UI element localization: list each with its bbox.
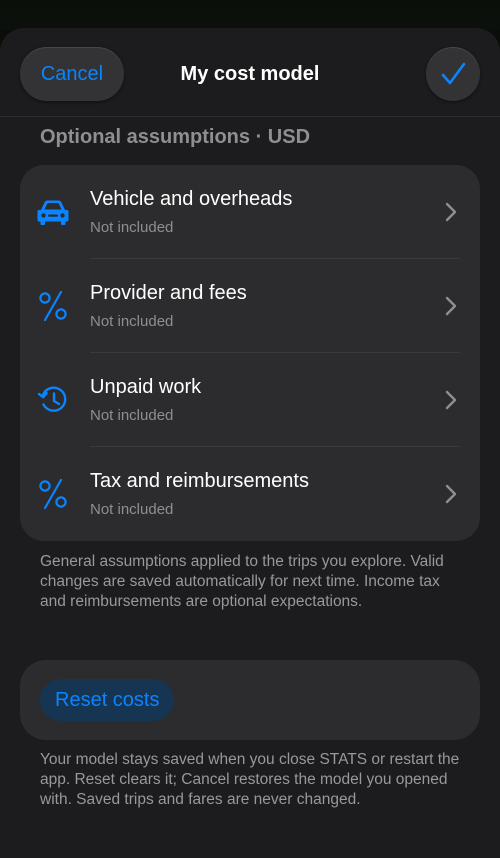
reset-costs-button[interactable]: Reset costs [40,679,175,721]
list-item-title: Unpaid work [90,376,202,398]
percent-icon [36,477,70,511]
list-item-unpaid-work[interactable]: Unpaid work Not included [20,353,480,447]
chevron-right-icon [445,390,457,410]
list-item-vehicle-overheads[interactable]: Vehicle and overheads Not included [20,165,480,259]
list-item-tax-reimbursements[interactable]: Tax and reimbursements Not included [20,447,480,541]
list-item-subtitle: Not included [90,313,174,330]
list-item-subtitle: Not included [90,501,174,518]
chevron-right-icon [445,296,457,316]
navigation-bar: Cancel My cost model [0,28,500,117]
cancel-button[interactable]: Cancel [20,47,124,101]
list-item-title: Provider and fees [90,282,247,304]
list-item-subtitle: Not included [90,407,174,424]
list-item-title: Vehicle and overheads [90,188,293,210]
assumptions-list: Vehicle and overheads Not included Provi… [20,165,480,541]
done-button[interactable] [426,47,480,101]
list-item-title: Tax and reimbursements [90,470,309,492]
percent-icon [36,289,70,323]
chevron-right-icon [445,202,457,222]
car-icon [36,195,70,229]
chevron-right-icon [445,484,457,504]
section-header: Optional assumptions · USD [40,126,311,148]
assumptions-footnote: General assumptions applied to the trips… [40,553,444,610]
list-item-provider-fees[interactable]: Provider and fees Not included [20,259,480,353]
reset-footnote: Your model stays saved when you close ST… [40,751,460,808]
reset-section: Reset costs [20,660,480,740]
status-bar-area [0,0,500,30]
checkmark-icon [441,62,466,85]
list-item-subtitle: Not included [90,219,174,236]
clock-history-icon [36,383,70,417]
cost-model-sheet: Cancel My cost model Optional assumption… [0,28,500,858]
